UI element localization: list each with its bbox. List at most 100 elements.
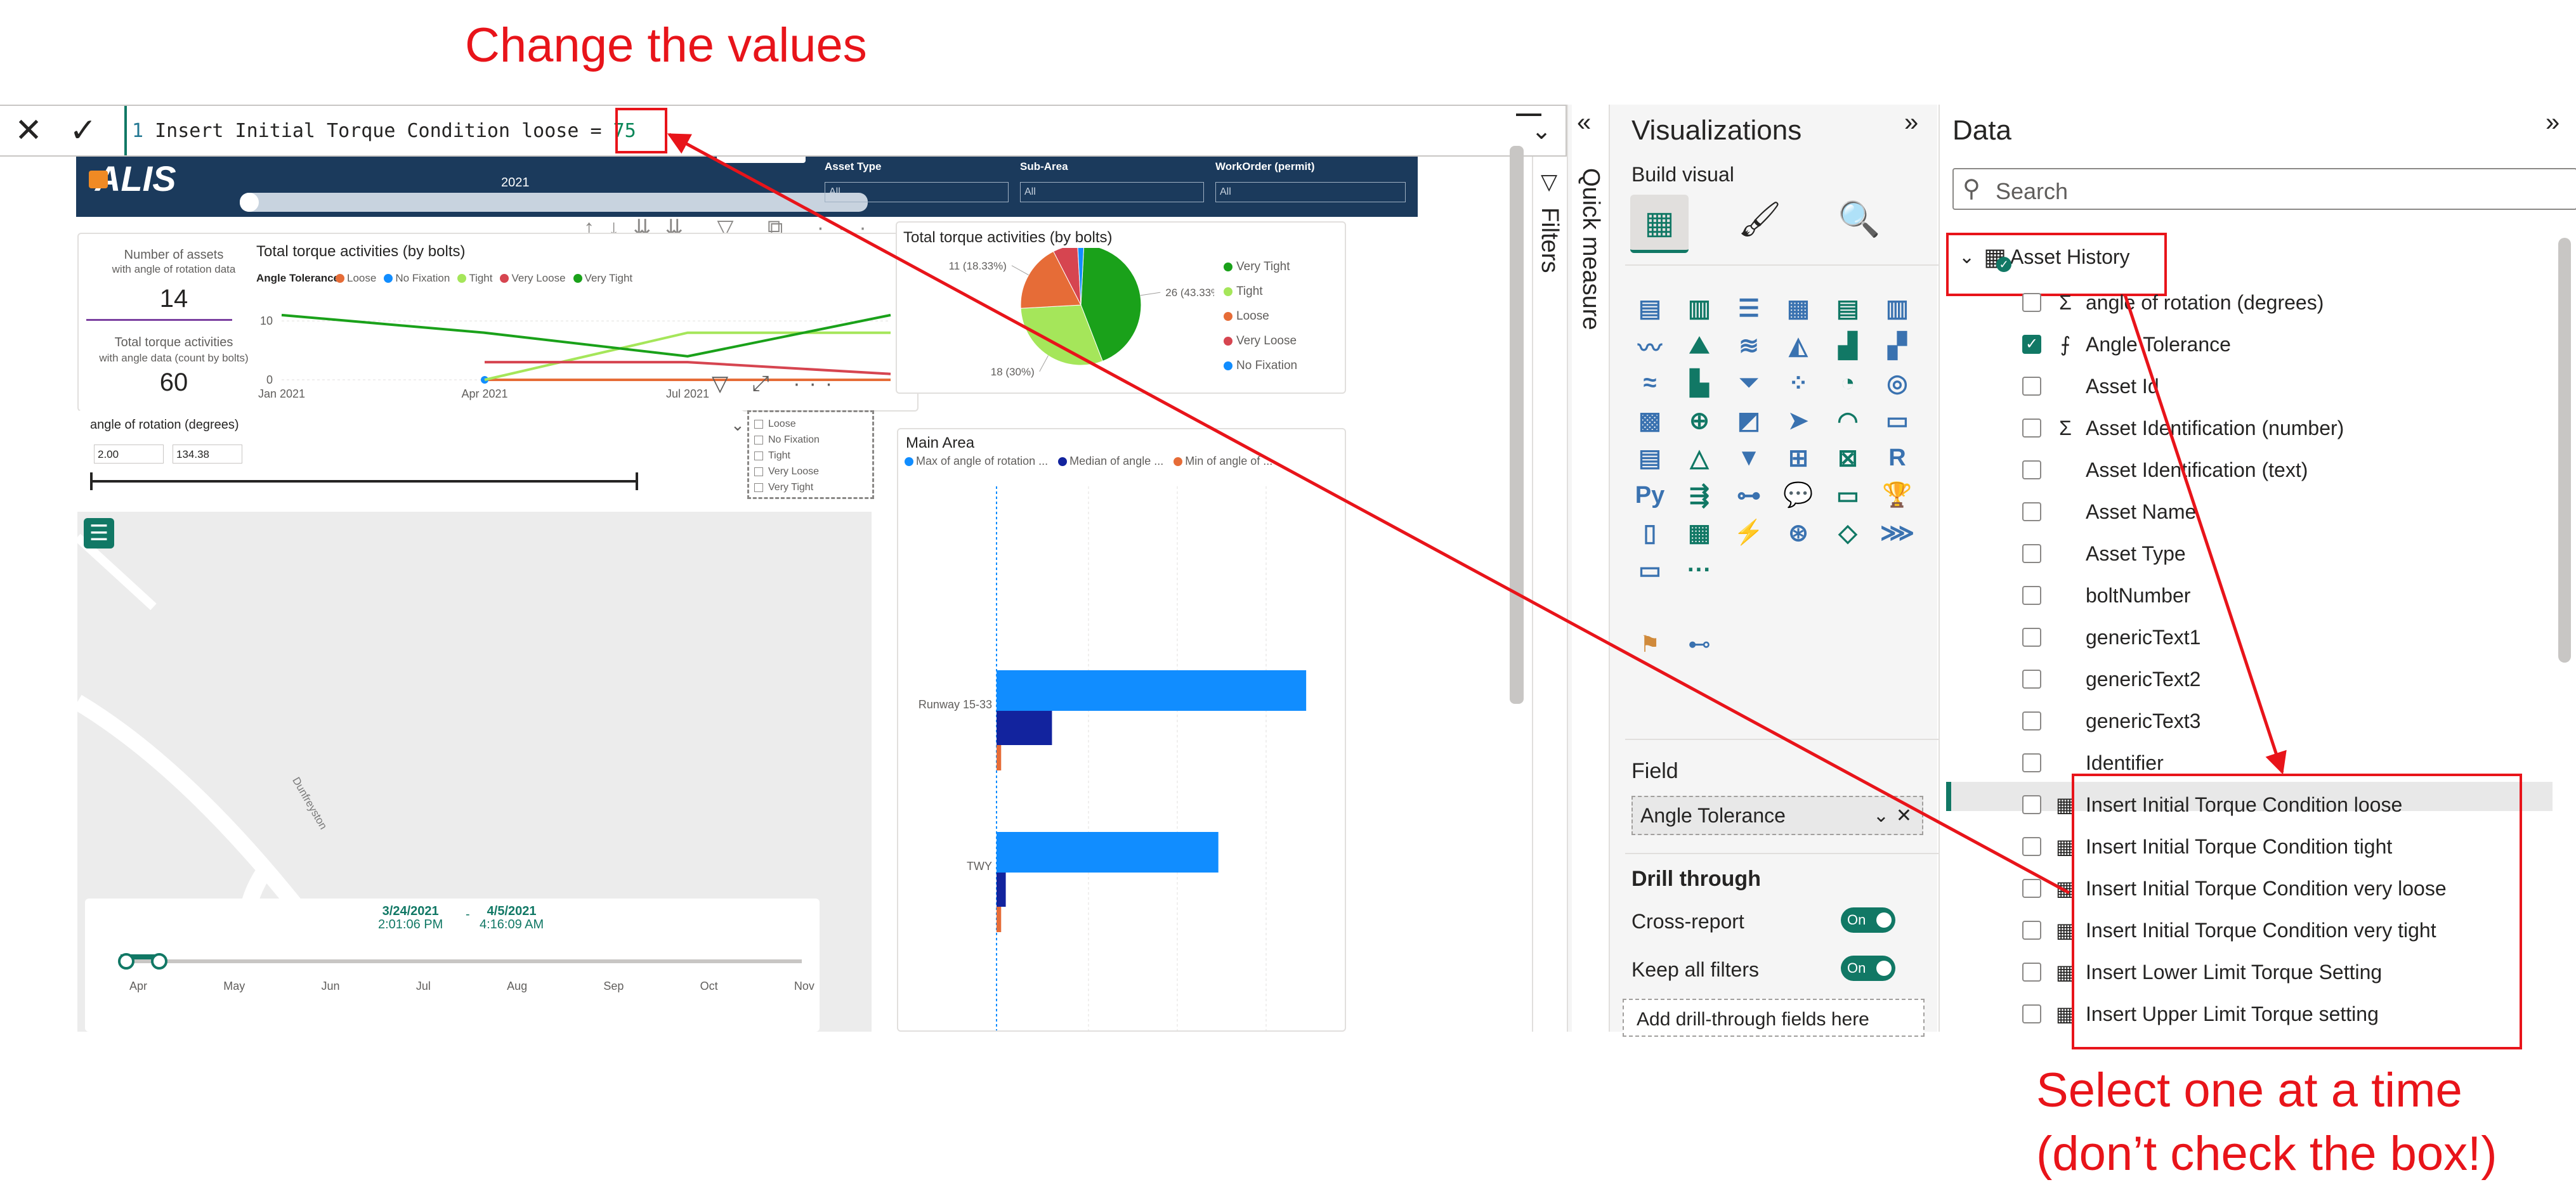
waterfall-icon[interactable]: ▙ <box>1681 367 1718 399</box>
tolerance-option[interactable]: Loose <box>754 416 867 432</box>
angle-min-input[interactable]: 2.00 <box>94 445 164 464</box>
date-handle-start[interactable] <box>118 953 134 970</box>
pie-icon[interactable]: ◔ <box>1829 367 1866 399</box>
field-checkbox[interactable] <box>2022 711 2041 730</box>
field-row[interactable]: Σangle of rotation (degrees) <box>1940 283 2549 321</box>
date-range-slicer[interactable]: 3/24/2021 2:01:06 PM - 4/5/2021 4:16:09 … <box>85 899 820 1032</box>
field-checkbox[interactable] <box>2022 293 2041 312</box>
multi-row-card-icon[interactable]: ▤ <box>1631 441 1668 474</box>
stacked-bar-icon[interactable]: ▤ <box>1631 292 1668 325</box>
power-automate-icon[interactable]: ⚡ <box>1730 516 1767 549</box>
azure-map-icon[interactable]: ➤ <box>1780 404 1817 437</box>
field-row[interactable]: genericText2 <box>1940 660 2549 698</box>
100-bar-icon[interactable]: ▤ <box>1829 292 1866 325</box>
format-painter-icon[interactable]: ⊷ <box>1681 628 1718 661</box>
line-icon[interactable]: 〰 <box>1631 329 1668 362</box>
canvas-scrollbar[interactable] <box>1510 146 1524 704</box>
filled-map-icon[interactable]: ◩ <box>1730 404 1767 437</box>
field-checkbox[interactable] <box>2022 544 2041 563</box>
format-visual-tab-icon[interactable]: 🖌 <box>1738 200 1782 240</box>
field-checkbox[interactable]: ✓ <box>2022 335 2041 354</box>
field-row[interactable]: Asset Name <box>1940 493 2549 531</box>
angle-max-input[interactable]: 134.38 <box>173 445 242 464</box>
power-apps-icon[interactable]: ▦ <box>1681 516 1718 549</box>
line-clustered-icon[interactable]: ▞ <box>1879 329 1916 362</box>
date-track[interactable] <box>123 959 802 963</box>
treemap-icon[interactable]: ▩ <box>1631 404 1668 437</box>
field-well-angle-tolerance[interactable]: Angle Tolerance ⌄ ✕ <box>1631 796 1923 835</box>
arcgis-icon[interactable]: ⊛ <box>1780 516 1817 549</box>
conditional-format-icon[interactable]: ⚑ <box>1631 628 1668 661</box>
angle-slicer-card[interactable]: angle of rotation (degrees) ⌄ 2.00 134.3… <box>77 410 745 499</box>
add-drill-through-well[interactable]: Add drill-through fields here <box>1623 999 1925 1037</box>
100-column-icon[interactable]: ▥ <box>1879 292 1916 325</box>
custom-visual-icon[interactable]: ▭ <box>1631 554 1668 587</box>
field-chevron-icon[interactable]: ⌄ <box>1873 805 1889 827</box>
cancel-icon[interactable]: ✕ <box>6 106 51 155</box>
sankey-icon[interactable]: ◇ <box>1829 516 1866 549</box>
gauge-icon[interactable]: ◠ <box>1829 404 1866 437</box>
map-visual[interactable]: Dunfreyston ☰ 3/24/2021 2:01:06 PM - 4/5… <box>77 512 872 1032</box>
year-slider-handle[interactable] <box>240 193 259 212</box>
paginated-icon[interactable]: ▯ <box>1631 516 1668 549</box>
collapse-data-icon[interactable]: » <box>2546 108 2560 137</box>
analytics-tab-icon[interactable]: 🔍 <box>1838 200 1880 240</box>
collapse-viz-icon[interactable]: » <box>1904 108 1918 137</box>
year-timeline-slider[interactable] <box>240 193 868 212</box>
field-row[interactable]: Σ Asset Identification (number) <box>1940 409 2549 447</box>
field-row[interactable]: Asset Type <box>1940 535 2549 573</box>
card-icon[interactable]: ▭ <box>1879 404 1916 437</box>
data-search-box[interactable]: ⚲ Search <box>1952 168 2576 210</box>
angle-slicer-chevron-icon[interactable]: ⌄ <box>731 415 745 435</box>
slicer-icon[interactable]: ▼ <box>1730 441 1767 474</box>
clustered-column-icon[interactable]: ▦ <box>1780 292 1817 325</box>
field-checkbox[interactable] <box>2022 753 2041 772</box>
field-checkbox[interactable] <box>2022 1004 2041 1023</box>
filters-strip[interactable]: ▽ Filters <box>1532 157 1565 1032</box>
key-influencers-icon[interactable]: ⇶ <box>1681 479 1718 512</box>
field-checkbox[interactable] <box>2022 963 2041 982</box>
stacked-column-icon[interactable]: ▥ <box>1681 292 1718 325</box>
angle-range-handle-max[interactable] <box>636 472 638 490</box>
chevron-icon[interactable]: ⋙ <box>1879 516 1916 549</box>
ribbon-icon[interactable]: ◭ <box>1780 329 1817 362</box>
angle-range-handle-min[interactable] <box>90 472 93 490</box>
field-checkbox[interactable] <box>2022 795 2041 814</box>
formula-editor[interactable]: 1 Insert Initial Torque Condition loose … <box>132 106 636 155</box>
field-checkbox[interactable] <box>2022 670 2041 689</box>
tolerance-option[interactable]: Tight <box>754 448 867 464</box>
build-visual-tab-icon[interactable]: ▦ <box>1630 195 1689 253</box>
visual-header-icons[interactable]: ▽ ⤢ ··· <box>712 371 841 396</box>
remove-field-icon[interactable]: ✕ <box>1896 805 1912 827</box>
data-pane-scrollbar[interactable] <box>2558 238 2571 663</box>
field-checkbox[interactable] <box>2022 628 2041 647</box>
map-icon[interactable]: ⊕ <box>1681 404 1718 437</box>
commit-icon[interactable]: ✓ <box>56 106 110 155</box>
tolerance-slicer[interactable]: Loose No Fixation Tight Very Loose Very Tigh… <box>747 410 874 499</box>
field-checkbox[interactable] <box>2022 502 2041 521</box>
field-checkbox[interactable] <box>2022 879 2041 898</box>
matrix-icon[interactable]: ⊠ <box>1829 441 1866 474</box>
kpi-icon[interactable]: △ <box>1681 441 1718 474</box>
field-row[interactable]: boltNumber <box>1940 576 2549 614</box>
narrative-icon[interactable]: ▭ <box>1829 479 1866 512</box>
angle-range-track[interactable] <box>93 480 638 483</box>
field-checkbox[interactable] <box>2022 460 2041 479</box>
goals-icon[interactable]: 🏆 <box>1879 479 1916 512</box>
scatter-icon[interactable]: ⁘ <box>1780 367 1817 399</box>
field-checkbox[interactable] <box>2022 586 2041 605</box>
line-column-icon[interactable]: ▟ <box>1829 329 1866 362</box>
slicer-asset-type[interactable]: Asset Type All <box>825 160 1009 211</box>
python-visual-icon[interactable]: Py <box>1631 479 1668 512</box>
r-visual-icon[interactable]: R <box>1879 441 1916 474</box>
field-row[interactable]: genericText3 <box>1940 702 2549 740</box>
field-checkbox[interactable] <box>2022 377 2041 396</box>
field-row[interactable]: Asset Identification (text) <box>1940 451 2549 489</box>
stacked-area-icon[interactable]: ≋ <box>1730 329 1767 362</box>
keep-all-filters-toggle[interactable]: On <box>1841 956 1895 981</box>
tolerance-option[interactable]: Very Loose <box>754 464 867 479</box>
area-icon[interactable]: ⛰ <box>1681 329 1718 362</box>
map-menu-icon[interactable]: ☰ <box>84 518 114 549</box>
field-checkbox[interactable] <box>2022 837 2041 856</box>
field-row[interactable]: ✓ ⨍ Angle Tolerance <box>1940 325 2549 363</box>
